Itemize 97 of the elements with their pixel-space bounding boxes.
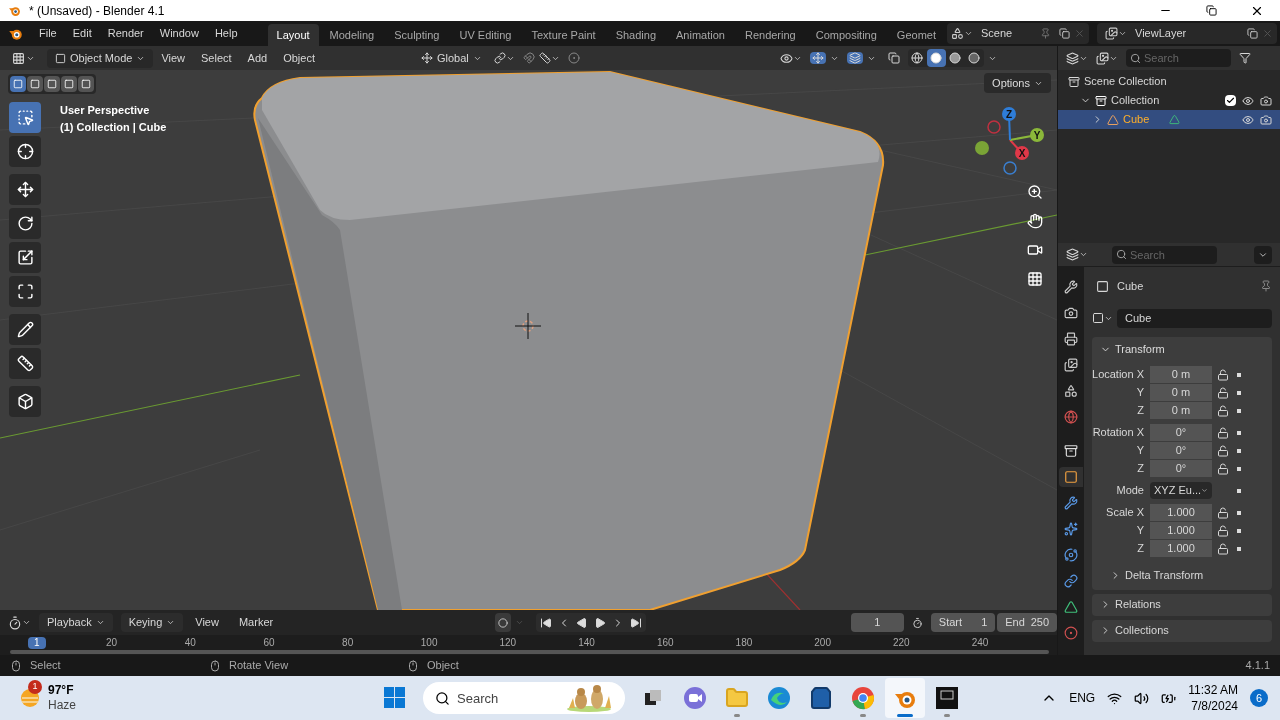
window-title: * (Unsaved) - Blender 4.1 (29, 2, 165, 20)
view-name: User Perspective (60, 103, 151, 118)
menu-item[interactable]: Keying (120, 613, 184, 632)
options-dropdown[interactable]: Options (984, 73, 1051, 93)
number-field[interactable]: 1.000 (1150, 540, 1212, 557)
field-label: Rotation X (1092, 425, 1145, 441)
panel-header[interactable]: Collections (1092, 619, 1272, 642)
menu-item[interactable]: View (153, 49, 194, 67)
axis-y-handle[interactable]: Y (1009, 128, 1044, 142)
field-label: Y (1135, 385, 1145, 401)
status-hint: Object (427, 658, 459, 674)
search-field[interactable]: Search (1112, 245, 1217, 264)
workspace-tab[interactable]: Geomet (887, 24, 945, 46)
menu-item[interactable]: File (31, 21, 65, 46)
scene-name-field[interactable]: Scene (981, 25, 1013, 42)
menu-item[interactable]: Marker (230, 614, 282, 631)
menu-item[interactable]: Edit (64, 21, 100, 46)
frame-number: 120 (499, 637, 517, 649)
frame-number: 40 (184, 637, 196, 649)
workspace-tab[interactable]: UV Editing (450, 24, 521, 46)
number-field[interactable]: 0 m (1150, 366, 1212, 383)
notification-count-badge[interactable]: 6 (1250, 689, 1268, 707)
temperature: 97°F (48, 683, 75, 698)
field-label: Scale X (1105, 505, 1145, 521)
taskbar-search-field[interactable]: Search (423, 682, 625, 714)
frame-number: 160 (656, 637, 674, 649)
axis-z-handle[interactable]: Z (1002, 107, 1016, 141)
version-label: 4.1.1 (1245, 658, 1270, 674)
field-label: Location X (1092, 367, 1145, 383)
menu-item[interactable]: Render (99, 21, 152, 46)
language-indicator[interactable]: ENG (1069, 689, 1096, 707)
field-label: Z (1136, 461, 1145, 477)
workspace-tab[interactable]: Sculpting (385, 24, 449, 46)
end-frame-value[interactable]: 250 (1030, 614, 1049, 631)
outliner-label: Cube (1123, 112, 1150, 128)
outliner-row[interactable]: Cube (1058, 110, 1280, 129)
status-hint: Select (30, 658, 61, 674)
clock-time[interactable]: 11:32 AM (1188, 682, 1238, 698)
menu-item[interactable]: Select (193, 49, 240, 67)
menu-item[interactable]: Playback (39, 613, 113, 632)
current-frame-field[interactable]: 1 (850, 613, 904, 632)
playhead-marker[interactable]: 1 (28, 637, 46, 649)
number-field[interactable]: 0° (1150, 460, 1212, 477)
field-label: Mode (1115, 483, 1145, 499)
field-label: Z (1136, 541, 1145, 557)
menu-item[interactable]: Window (151, 21, 207, 46)
start-frame-value[interactable]: 1 (981, 614, 988, 631)
outliner-row[interactable]: Collection (1058, 91, 1280, 110)
object-name: Cube (1117, 278, 1144, 294)
menu-item[interactable]: Help (206, 21, 246, 46)
frame-number: 100 (420, 637, 438, 649)
workspace-tab[interactable]: Modeling (320, 24, 384, 46)
workspace-tab[interactable]: Layout (267, 24, 319, 46)
frame-number: 180 (735, 637, 753, 649)
notification-badge: 1 (28, 680, 42, 694)
workspace-tab[interactable]: Animation (667, 24, 734, 46)
search-field[interactable]: Search (1126, 49, 1231, 67)
outliner-label: Collection (1111, 93, 1160, 109)
menu-item[interactable]: Add (239, 49, 276, 67)
menu-item[interactable]: Object (275, 49, 323, 67)
frame-number: 80 (342, 637, 354, 649)
field-label: Start (938, 615, 963, 631)
axis-x-handle[interactable]: X (1009, 139, 1029, 160)
field-label: Y (1135, 443, 1145, 459)
menu-item[interactable]: View (187, 614, 227, 631)
panel-header[interactable]: Relations (1092, 593, 1272, 616)
subpanel-header[interactable]: Delta Transform (1110, 567, 1272, 584)
number-field[interactable]: 0° (1150, 424, 1212, 441)
clock-date[interactable]: 7/8/2024 (1191, 698, 1238, 714)
frame-number: 200 (814, 637, 831, 649)
field-label: Z (1136, 403, 1145, 419)
number-field[interactable]: 1.000 (1150, 522, 1212, 539)
workspace-tab[interactable]: Texture Paint (522, 24, 605, 46)
frame-number: 60 (263, 637, 275, 649)
frame-number: 220 (893, 637, 910, 649)
outliner-row[interactable]: Scene Collection (1058, 72, 1280, 91)
workspace-tab[interactable]: Compositing (806, 24, 886, 46)
workspace-tab[interactable]: Rendering (735, 24, 805, 46)
object-info: (1) Collection | Cube (60, 120, 167, 135)
name-field[interactable]: Cube (1117, 308, 1272, 328)
number-field[interactable]: 1.000 (1150, 504, 1212, 521)
field-label: End (1005, 615, 1025, 631)
field-label: Y (1135, 523, 1145, 539)
frame-number: 140 (578, 637, 595, 649)
mode-dropdown[interactable]: Object Mode (47, 48, 154, 68)
mode-dropdown[interactable]: XYZ Eu... (1150, 482, 1212, 499)
number-field[interactable]: 0 m (1150, 384, 1212, 401)
frame-number: 20 (106, 637, 118, 649)
number-field[interactable]: 0° (1150, 442, 1212, 459)
number-field[interactable]: 0 m (1150, 402, 1212, 419)
outliner-label: Scene Collection (1084, 74, 1167, 90)
frame-number: 240 (971, 637, 989, 649)
status-hint: Rotate View (229, 658, 289, 674)
workspace-tab[interactable]: Shading (606, 24, 666, 46)
panel-header[interactable]: Transform (1092, 337, 1272, 361)
orientation-dropdown[interactable]: Global (417, 49, 486, 67)
weather-condition: Haze (48, 698, 76, 713)
